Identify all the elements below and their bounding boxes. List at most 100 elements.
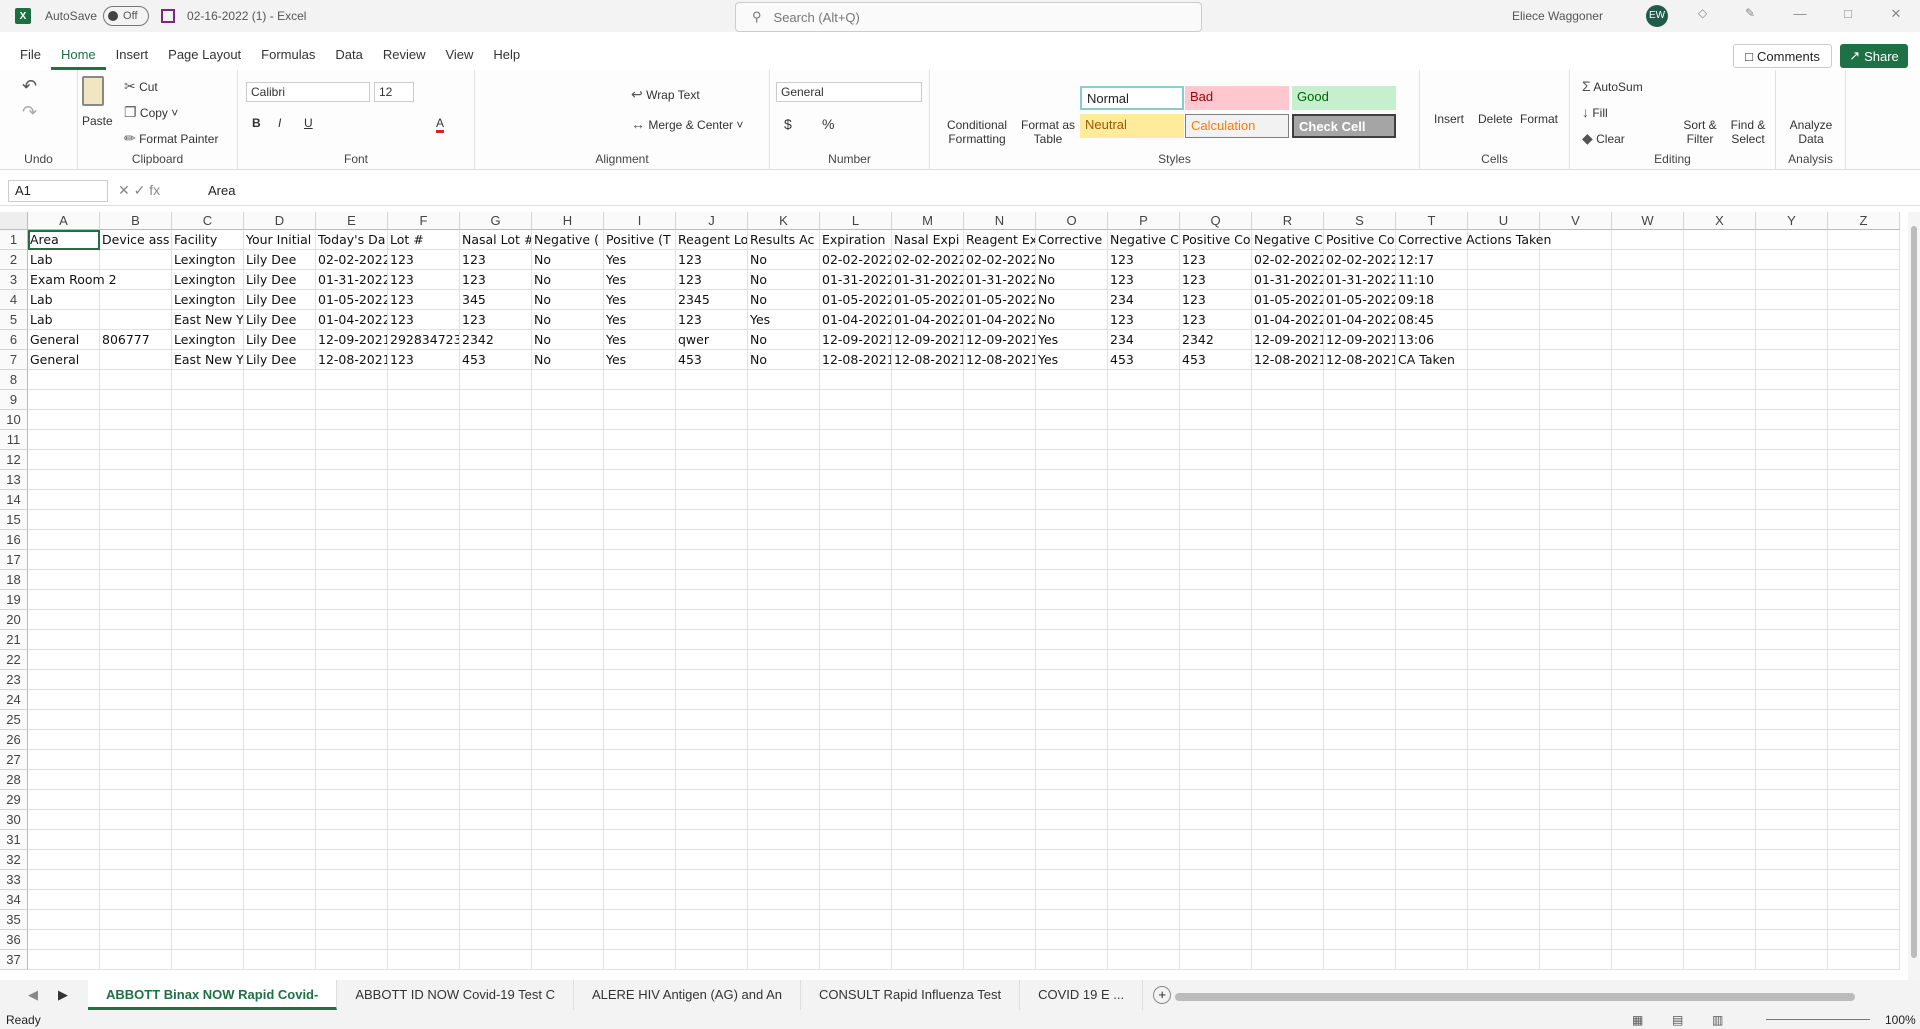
cell-A34[interactable] [28, 890, 100, 910]
cell-R13[interactable] [1252, 470, 1324, 490]
cell-U17[interactable] [1468, 550, 1540, 570]
cell-N17[interactable] [964, 550, 1036, 570]
cell-J22[interactable] [676, 650, 748, 670]
cell-Y33[interactable] [1756, 870, 1828, 890]
cell-E10[interactable] [316, 410, 388, 430]
cell-L11[interactable] [820, 430, 892, 450]
cell-A7[interactable]: General [28, 350, 100, 370]
cell-E2[interactable]: 02-02-2022 [316, 250, 388, 270]
cell-W21[interactable] [1612, 630, 1684, 650]
cell-N35[interactable] [964, 910, 1036, 930]
vertical-scroll-thumb[interactable] [1911, 226, 1917, 958]
cell-B5[interactable] [100, 310, 172, 330]
cell-N12[interactable] [964, 450, 1036, 470]
row-header[interactable]: 4 [0, 290, 28, 310]
cell-Q2[interactable]: 123 [1180, 250, 1252, 270]
cell-P10[interactable] [1108, 410, 1180, 430]
cell-U16[interactable] [1468, 530, 1540, 550]
cell-S34[interactable] [1324, 890, 1396, 910]
cell-N28[interactable] [964, 770, 1036, 790]
cell-H17[interactable] [532, 550, 604, 570]
cell-S32[interactable] [1324, 850, 1396, 870]
cell-J33[interactable] [676, 870, 748, 890]
cell-A15[interactable] [28, 510, 100, 530]
cell-F11[interactable] [388, 430, 460, 450]
cell-Y5[interactable] [1756, 310, 1828, 330]
cell-S18[interactable] [1324, 570, 1396, 590]
cell-P29[interactable] [1108, 790, 1180, 810]
cell-W13[interactable] [1612, 470, 1684, 490]
cell-W35[interactable] [1612, 910, 1684, 930]
cell-H36[interactable] [532, 930, 604, 950]
cell-A29[interactable] [28, 790, 100, 810]
row-header[interactable]: 17 [0, 550, 28, 570]
cell-S21[interactable] [1324, 630, 1396, 650]
cell-E16[interactable] [316, 530, 388, 550]
cell-U33[interactable] [1468, 870, 1540, 890]
cell-Z34[interactable] [1828, 890, 1900, 910]
cell-L28[interactable] [820, 770, 892, 790]
cell-N32[interactable] [964, 850, 1036, 870]
cell-B31[interactable] [100, 830, 172, 850]
cell-K9[interactable] [748, 390, 820, 410]
cell-A4[interactable]: Lab [28, 290, 100, 310]
cell-W8[interactable] [1612, 370, 1684, 390]
cell-L17[interactable] [820, 550, 892, 570]
cell-R36[interactable] [1252, 930, 1324, 950]
cell-I17[interactable] [604, 550, 676, 570]
cell-I25[interactable] [604, 710, 676, 730]
cell-K15[interactable] [748, 510, 820, 530]
cell-L15[interactable] [820, 510, 892, 530]
cell-N24[interactable] [964, 690, 1036, 710]
cell-W36[interactable] [1612, 930, 1684, 950]
cell-F34[interactable] [388, 890, 460, 910]
cell-K17[interactable] [748, 550, 820, 570]
cell-O31[interactable] [1036, 830, 1108, 850]
cell-B17[interactable] [100, 550, 172, 570]
cell-N1[interactable]: Reagent Ex [964, 230, 1036, 250]
column-header-G[interactable]: G [460, 212, 532, 230]
cell-U31[interactable] [1468, 830, 1540, 850]
row-header[interactable]: 16 [0, 530, 28, 550]
cell-M7[interactable]: 12-08-2021 [892, 350, 964, 370]
row-header[interactable]: 5 [0, 310, 28, 330]
cell-J19[interactable] [676, 590, 748, 610]
cell-S24[interactable] [1324, 690, 1396, 710]
cell-I13[interactable] [604, 470, 676, 490]
cell-L21[interactable] [820, 630, 892, 650]
cell-H15[interactable] [532, 510, 604, 530]
cell-O7[interactable]: Yes [1036, 350, 1108, 370]
cell-U13[interactable] [1468, 470, 1540, 490]
sheet-tab[interactable]: COVID 19 E ... [1020, 980, 1144, 1010]
cell-E9[interactable] [316, 390, 388, 410]
column-header-A[interactable]: A [28, 212, 100, 230]
cell-V20[interactable] [1540, 610, 1612, 630]
cell-R19[interactable] [1252, 590, 1324, 610]
cell-I33[interactable] [604, 870, 676, 890]
cell-V9[interactable] [1540, 390, 1612, 410]
cell-I22[interactable] [604, 650, 676, 670]
cell-K16[interactable] [748, 530, 820, 550]
cell-X26[interactable] [1684, 730, 1756, 750]
cell-E27[interactable] [316, 750, 388, 770]
cell-U26[interactable] [1468, 730, 1540, 750]
cell-U9[interactable] [1468, 390, 1540, 410]
cell-U5[interactable] [1468, 310, 1540, 330]
cell-N34[interactable] [964, 890, 1036, 910]
row-header[interactable]: 14 [0, 490, 28, 510]
cell-W20[interactable] [1612, 610, 1684, 630]
cell-S3[interactable]: 01-31-2022 [1324, 270, 1396, 290]
cell-T7[interactable]: CA Taken [1396, 350, 1468, 370]
cell-E4[interactable]: 01-05-2022 [316, 290, 388, 310]
sheet-tab[interactable]: ABBOTT ID NOW Covid-19 Test C [337, 980, 574, 1010]
cell-Q9[interactable] [1180, 390, 1252, 410]
cell-I35[interactable] [604, 910, 676, 930]
cell-X17[interactable] [1684, 550, 1756, 570]
cell-A28[interactable] [28, 770, 100, 790]
cell-N9[interactable] [964, 390, 1036, 410]
cell-L9[interactable] [820, 390, 892, 410]
cell-U21[interactable] [1468, 630, 1540, 650]
cell-A10[interactable] [28, 410, 100, 430]
cell-N18[interactable] [964, 570, 1036, 590]
cell-X9[interactable] [1684, 390, 1756, 410]
